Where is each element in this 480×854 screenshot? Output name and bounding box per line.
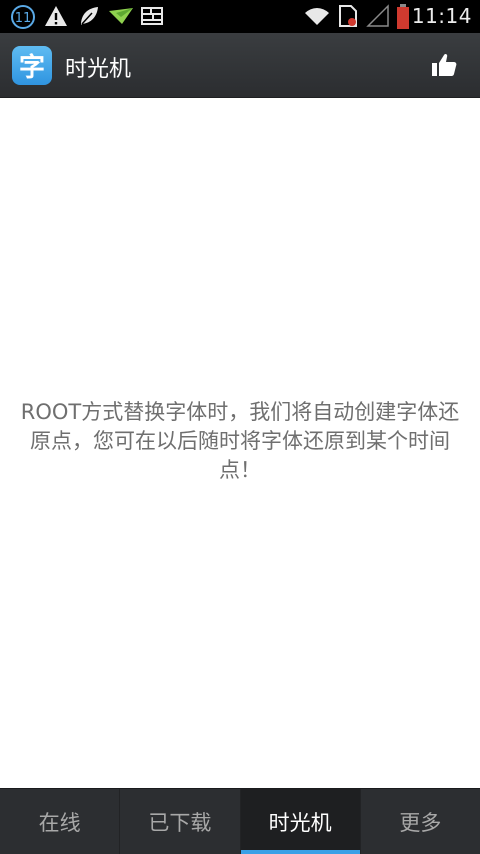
tab-more[interactable]: 更多 xyxy=(359,789,480,854)
paper-plane-icon xyxy=(108,4,134,32)
notification-count-icon: 11 xyxy=(10,4,36,34)
action-bar: 字 时光机 xyxy=(0,33,480,98)
page-title: 时光机 xyxy=(65,57,132,82)
tab-online[interactable]: 在线 xyxy=(0,789,119,854)
thumbs-up-icon[interactable] xyxy=(430,51,458,79)
status-clock: 11:14 xyxy=(411,4,472,28)
svg-text:11: 11 xyxy=(15,11,32,26)
wifi-icon xyxy=(304,4,330,32)
main-content: ROOT方式替换字体时，我们将自动创建字体还原点，您可在以后随时将字体还原到某个… xyxy=(0,98,480,788)
empty-state-message: ROOT方式替换字体时，我们将自动创建字体还原点，您可在以后随时将字体还原到某个… xyxy=(20,400,460,482)
tab-downloaded[interactable]: 已下载 xyxy=(119,789,239,854)
status-bar: 11 11:14 xyxy=(0,0,480,33)
bottom-tab-bar: 在线 已下载 时光机 更多 xyxy=(0,788,480,854)
leaf-icon xyxy=(78,4,100,32)
app-icon[interactable]: 字 xyxy=(12,46,52,85)
battery-icon xyxy=(396,4,410,34)
tab-time-machine[interactable]: 时光机 xyxy=(239,789,361,854)
warning-icon xyxy=(44,4,68,32)
signal-icon xyxy=(366,4,390,32)
sim-card-icon xyxy=(338,4,358,32)
grid-icon xyxy=(140,4,164,32)
